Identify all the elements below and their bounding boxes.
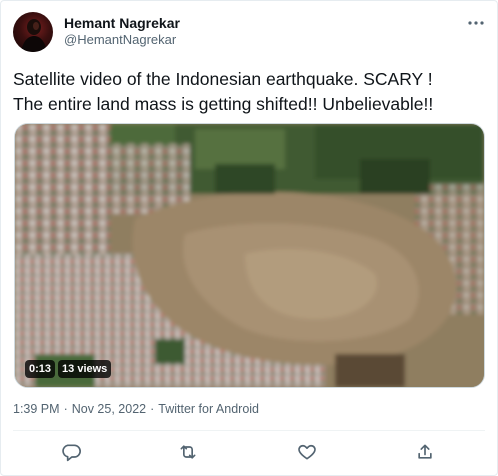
tweet-source[interactable]: Twitter for Android [158, 402, 259, 416]
tweet-text: Satellite video of the Indonesian earthq… [13, 69, 434, 114]
like-button[interactable] [294, 439, 320, 465]
tweet-date[interactable]: Nov 25, 2022 [72, 402, 146, 416]
more-options-button[interactable] [463, 13, 489, 33]
author-name[interactable]: Hemant Nagrekar [64, 15, 180, 31]
reply-icon [62, 444, 81, 462]
divider [13, 430, 485, 431]
video-badges: 0:13 13 views [25, 360, 112, 378]
share-button[interactable] [412, 439, 438, 465]
video-thumbnail [15, 124, 484, 387]
action-bar [1, 439, 498, 465]
reply-button[interactable] [58, 439, 84, 465]
like-icon [298, 444, 316, 460]
video-views: 13 views [58, 360, 112, 378]
meta-separator: · [150, 402, 155, 416]
more-dots-icon [468, 21, 484, 25]
tweet-card: Hemant Nagrekar @HemantNagrekar Satellit… [0, 0, 498, 476]
meta-separator: · [63, 402, 68, 416]
tweet-time[interactable]: 1:39 PM [13, 402, 60, 416]
retweet-button[interactable] [175, 439, 201, 465]
retweet-icon [180, 445, 196, 459]
tweet-meta: 1:39 PM · Nov 25, 2022 · Twitter for And… [13, 402, 259, 416]
author-handle[interactable]: @HemantNagrekar [64, 32, 176, 47]
share-icon [418, 444, 432, 459]
avatar[interactable] [13, 12, 53, 52]
video-duration: 0:13 [25, 360, 56, 378]
video-player[interactable] [14, 123, 485, 388]
